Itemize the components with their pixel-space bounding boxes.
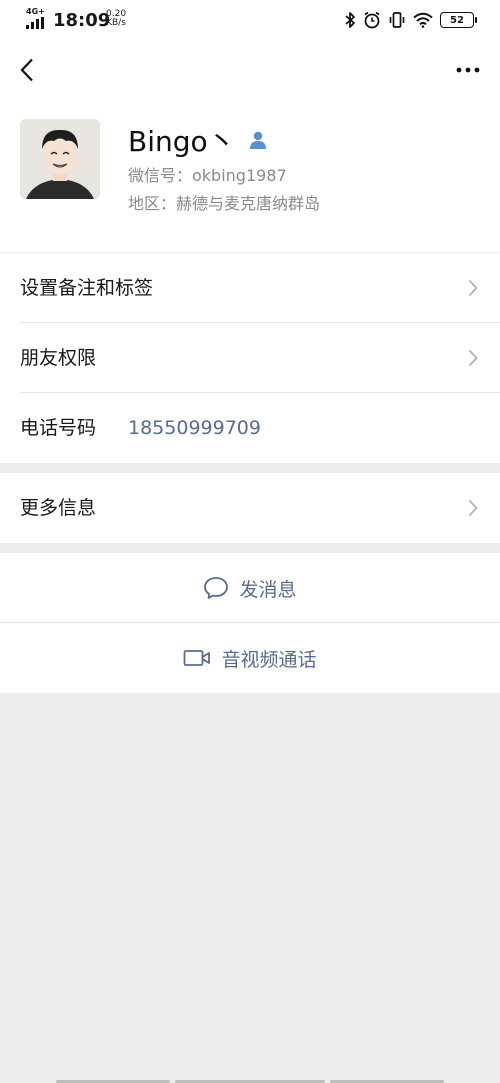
chevron-left-icon <box>20 58 33 82</box>
contact-person-icon <box>249 131 266 149</box>
profile-card: Bingo丶 微信号：okbing1987 地区：赫德与麦克唐纳群岛 <box>0 100 500 252</box>
wechat-id: 微信号：okbing1987 <box>128 166 287 185</box>
status-right: 52 <box>344 10 477 30</box>
chevron-right-icon <box>468 349 478 367</box>
network-type: 4G+ <box>26 7 45 16</box>
speed-unit: KB/s <box>106 18 126 28</box>
chat-bubble-icon <box>204 577 229 599</box>
avatar[interactable] <box>20 119 100 199</box>
network-speed: 0.20 KB/s <box>106 10 126 28</box>
alarm-icon <box>364 11 380 29</box>
phone-row: 电话号码 18550999709 <box>0 393 500 463</box>
region: 地区：赫德与麦克唐纳群岛 <box>128 194 321 213</box>
nav-bar <box>0 40 500 100</box>
avatar-illustration <box>20 119 100 199</box>
friend-permissions-label: 朋友权限 <box>20 347 97 369</box>
set-remark-row[interactable]: 设置备注和标签 <box>0 253 500 323</box>
vibrate-icon <box>389 12 405 28</box>
set-remark-label: 设置备注和标签 <box>20 277 154 299</box>
name-row: Bingo丶 <box>128 120 268 160</box>
audio-video-call-label: 音视频通话 <box>221 648 317 671</box>
back-button[interactable] <box>12 52 42 88</box>
send-message-label: 发消息 <box>239 578 297 601</box>
chevron-right-icon <box>468 499 478 517</box>
phone-number-link[interactable]: 18550999709 <box>128 393 261 463</box>
more-button[interactable] <box>450 52 486 88</box>
more-info-row[interactable]: 更多信息 <box>0 473 500 543</box>
wifi-icon <box>413 12 433 28</box>
audio-video-call-button[interactable]: 音视频通话 <box>0 623 500 693</box>
clock: 18:09 <box>53 10 111 31</box>
bluetooth-icon <box>345 12 355 28</box>
more-info-label: 更多信息 <box>20 497 97 519</box>
contact-name: Bingo丶 <box>128 125 236 158</box>
signal-icon <box>26 17 44 29</box>
battery-level: 52 <box>450 14 464 26</box>
chevron-right-icon <box>468 279 478 297</box>
battery-icon: 52 <box>440 12 477 28</box>
friend-permissions-row[interactable]: 朋友权限 <box>0 323 500 393</box>
send-message-button[interactable]: 发消息 <box>0 553 500 623</box>
video-camera-icon <box>184 650 211 666</box>
status-bar: 4G+ 18:09 0.20 KB/s 52 <box>0 0 500 40</box>
phone-label: 电话号码 <box>20 417 97 439</box>
more-dots-icon <box>456 67 480 73</box>
